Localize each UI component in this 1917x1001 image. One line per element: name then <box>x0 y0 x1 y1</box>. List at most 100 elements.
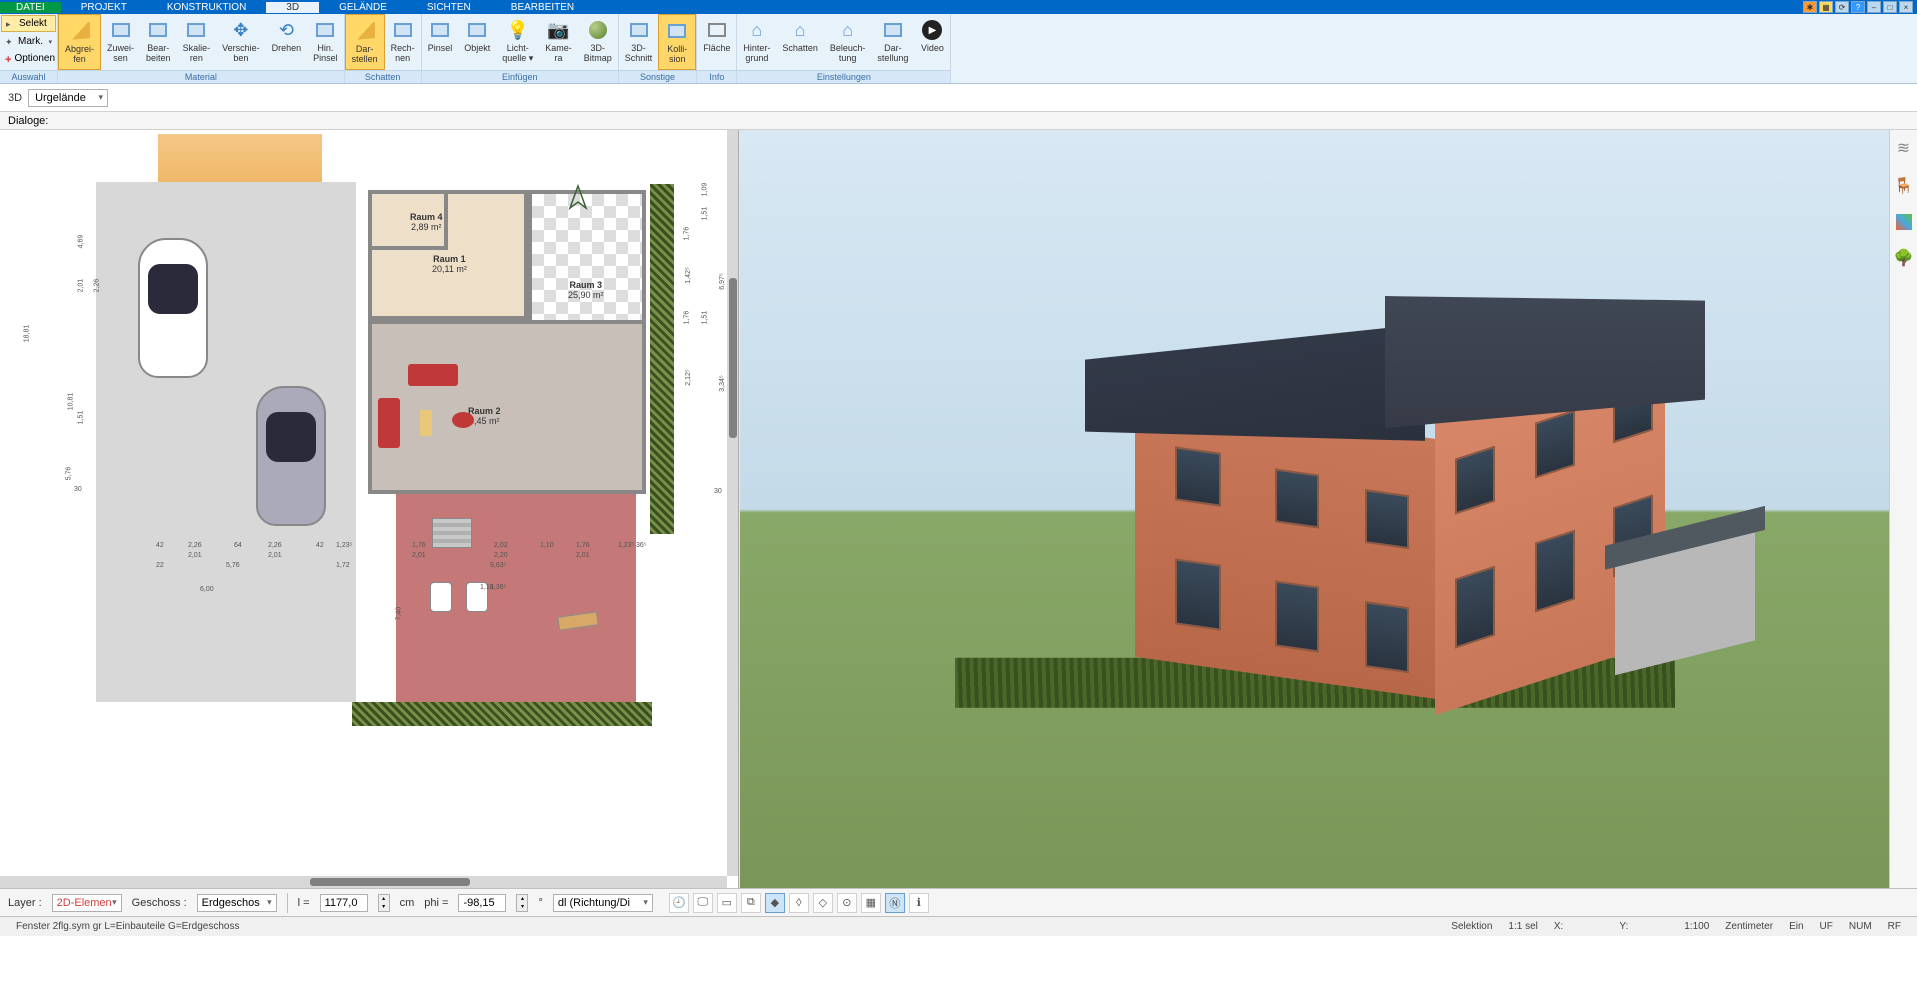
dim-right-total: 6,97⁵ <box>719 273 726 290</box>
car-gray[interactable] <box>256 386 326 526</box>
app-icon-3[interactable]: ⟳ <box>1835 1 1849 13</box>
scrollbar-horizontal[interactable] <box>0 876 727 888</box>
schatten-button[interactable]: ⌂Schatten <box>776 14 824 70</box>
video-button[interactable]: ▶Video <box>914 14 950 70</box>
beleuchtung-button[interactable]: ⌂Beleuch-tung <box>824 14 872 70</box>
rechnen-button[interactable]: Rech-nen <box>385 14 421 70</box>
snap-ortho-icon[interactable]: ◇ <box>813 893 833 913</box>
snap-mid-icon[interactable]: ◊ <box>789 893 809 913</box>
terrain-select[interactable]: Urgelände <box>28 89 108 107</box>
armchair-icon[interactable]: 🪑 <box>1894 176 1914 196</box>
info-button-icon[interactable]: ℹ <box>909 893 929 913</box>
dim-bot-inner2: 5,76 <box>226 562 240 569</box>
maximize-icon[interactable]: □ <box>1883 1 1897 13</box>
clock-icon[interactable]: 🕘 <box>669 893 689 913</box>
menu-tab-3d[interactable]: 3D <box>266 2 319 13</box>
perspective-3d-view[interactable] <box>740 130 1889 888</box>
house-3d-model[interactable] <box>1015 218 1615 738</box>
geschoss-label: Geschoss : <box>132 897 187 909</box>
drehen-button[interactable]: ⟲Drehen <box>266 14 308 70</box>
close-icon[interactable]: × <box>1899 1 1913 13</box>
kamera-button[interactable]: 📷Kame-ra <box>539 14 578 70</box>
menu-tab-konstruktion[interactable]: KONSTRUKTION <box>147 2 266 13</box>
stairs[interactable] <box>432 518 472 548</box>
dim-right-total2: 3,34⁵ <box>719 375 726 392</box>
dim-bot-a: 42 <box>156 542 164 549</box>
length-spinner[interactable]: ▴▾ <box>378 894 390 912</box>
hinpinsel-button[interactable]: Hin.Pinsel <box>307 14 344 70</box>
scrollbar-thumb-h[interactable] <box>310 878 470 886</box>
dim-bot-e: 42 <box>316 542 324 549</box>
floorplan-2d-view[interactable]: Raum 120,11 m² Raum 42,89 m² Raum 325,90… <box>0 130 740 888</box>
room-2[interactable] <box>368 320 646 494</box>
palette-icon[interactable] <box>1896 214 1912 230</box>
dl-select[interactable]: dl (Richtung/Di <box>553 894 653 912</box>
mark-tool-button[interactable]: Mark. ▾ <box>1 34 56 49</box>
length-field[interactable]: 1177,0 <box>320 894 368 912</box>
zuweisen-button[interactable]: Zuwei-sen <box>101 14 140 70</box>
menu-tab-datei[interactable]: DATEI <box>0 2 61 13</box>
menu-tab-projekt[interactable]: PROJEKT <box>61 2 147 13</box>
dim-bot-b: 2,26 <box>188 542 202 549</box>
dialog-label: Dialoge: <box>8 115 48 127</box>
scrollbar-thumb-v[interactable] <box>729 278 737 438</box>
layers-icon[interactable]: ≋ <box>1894 138 1914 158</box>
objekt-button[interactable]: Objekt <box>458 14 496 70</box>
snap-toolbar: 🕘 🖵 ▭ ⧉ ◆ ◊ ◇ ⊙ ▦ Ⓝ ℹ <box>669 893 929 913</box>
phi-field[interactable]: -98,15 <box>458 894 506 912</box>
lounge-chair-1[interactable] <box>430 582 452 612</box>
rect-icon[interactable]: ▭ <box>717 893 737 913</box>
geschoss-select[interactable]: Erdgeschos <box>197 894 277 912</box>
verschieben-button[interactable]: ✥Verschie-ben <box>216 14 266 70</box>
lichtquelle-button[interactable]: 💡Licht-quelle ▾ <box>496 14 539 70</box>
sofa-1[interactable] <box>408 364 458 386</box>
beanbag[interactable] <box>452 412 474 428</box>
phi-spinner[interactable]: ▴▾ <box>516 894 528 912</box>
sofa-2[interactable] <box>378 398 400 448</box>
select-tool-button[interactable]: Selekt <box>1 15 56 32</box>
overlap-icon[interactable]: ⧉ <box>741 893 761 913</box>
darstellung-button[interactable]: Dar-stellung <box>871 14 914 70</box>
app-icon-2[interactable]: ▦ <box>1819 1 1833 13</box>
darstellen-button[interactable]: Dar-stellen <box>345 14 385 70</box>
room-4-label: Raum 42,89 m² <box>410 212 443 232</box>
dim-h3: 1,51 <box>77 411 84 425</box>
minimize-icon[interactable]: – <box>1867 1 1881 13</box>
group-label-schatten: Schatten <box>345 70 421 83</box>
dim-lower-e: 1,23⁵ <box>618 542 635 549</box>
menu-tab-bearbeiten[interactable]: BEARBEITEN <box>491 2 594 13</box>
bearbeiten-button[interactable]: Bear-beiten <box>140 14 177 70</box>
app-icon-1[interactable]: ✱ <box>1803 1 1817 13</box>
grid-icon[interactable]: ▦ <box>861 893 881 913</box>
dim-lower-b: 2,02 <box>494 542 508 549</box>
ribbon-selection-panel: Selekt Mark. ▾ Optionen Auswahl <box>0 14 58 83</box>
window-3d <box>1175 558 1221 630</box>
side-table[interactable] <box>420 410 432 436</box>
help-icon[interactable]: ? <box>1851 1 1865 13</box>
abgreifen-button[interactable]: Abgrei-fen <box>58 14 101 70</box>
dim-lower-d2: 2,01 <box>576 552 590 559</box>
north-icon[interactable]: Ⓝ <box>885 893 905 913</box>
dim-lower-left: 7,40 <box>395 607 402 621</box>
kollision-button[interactable]: Kolli-sion <box>658 14 696 70</box>
menu-tab-gelaende[interactable]: GELÄNDE <box>319 2 407 13</box>
schnitt-button[interactable]: 3D-Schnitt <box>619 14 659 70</box>
options-button[interactable]: Optionen <box>1 51 56 66</box>
pinsel-button[interactable]: Pinsel <box>422 14 459 70</box>
car-white[interactable] <box>138 238 208 378</box>
layer-select[interactable]: 2D-Elemen <box>52 894 122 912</box>
bitmap-button[interactable]: 3D-Bitmap <box>578 14 618 70</box>
flaeche-button[interactable]: Fläche <box>697 14 736 70</box>
status-scale: 1:100 <box>1676 921 1717 932</box>
snap-center-icon[interactable]: ⊙ <box>837 893 857 913</box>
snap-endpoint-icon[interactable]: ◆ <box>765 893 785 913</box>
camera-icon: 📷 <box>547 18 571 42</box>
hintergrund-button[interactable]: ⌂Hinter-grund <box>737 14 776 70</box>
tree-icon[interactable]: 🌳 <box>1894 248 1914 268</box>
house-icon: ⌂ <box>788 18 812 42</box>
skalieren-button[interactable]: Skalie-ren <box>177 14 217 70</box>
monitor-icon[interactable]: 🖵 <box>693 893 713 913</box>
status-bar: Fenster 2flg.sym gr L=Einbauteile G=Erdg… <box>0 916 1917 936</box>
menu-tab-sichten[interactable]: SICHTEN <box>407 2 491 13</box>
ribbon-group-schatten: Dar-stellen Rech-nen Schatten <box>345 14 422 83</box>
